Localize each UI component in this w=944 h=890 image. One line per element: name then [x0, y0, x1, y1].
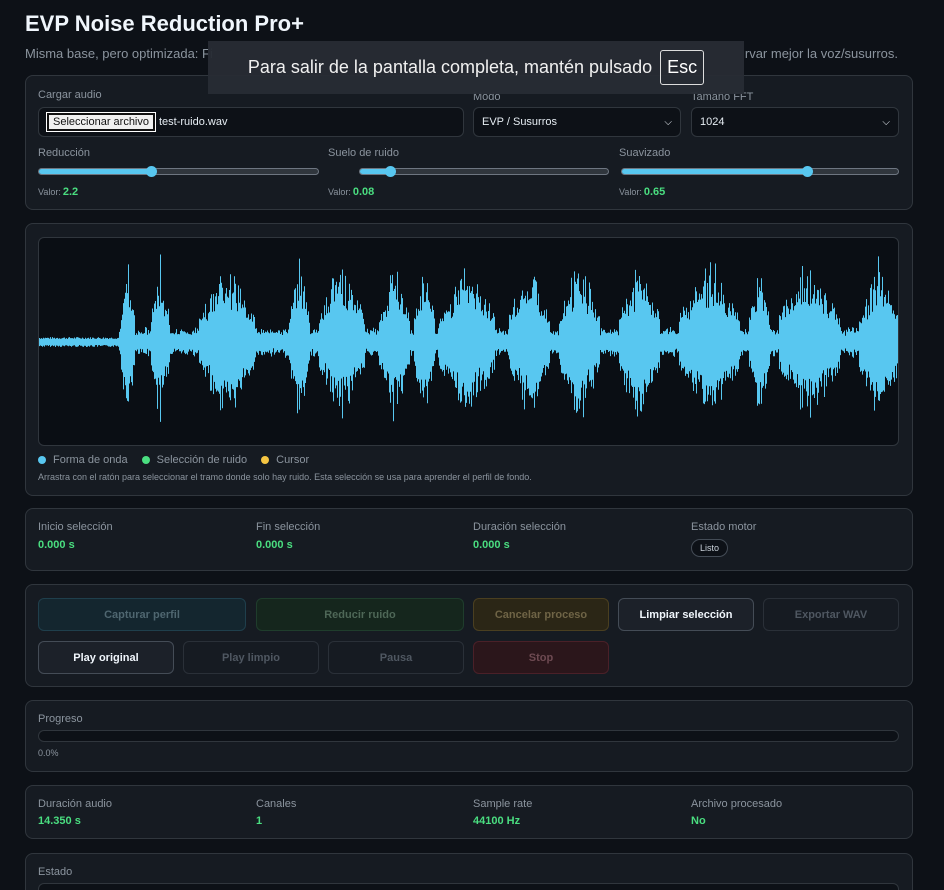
- status-panel: Estado: [25, 853, 913, 890]
- cancel-process-button[interactable]: Cancelar proceso: [473, 598, 609, 631]
- legend-dot-icon: [38, 456, 46, 464]
- value-prefix: Valor:: [328, 187, 351, 197]
- legend-cursor: Cursor: [261, 454, 309, 466]
- legend-dot-icon: [261, 456, 270, 464]
- progress-value: 0.0%: [38, 748, 59, 758]
- status-box: [38, 883, 899, 890]
- subtitle-text: Misma base, pero optimizada: Fi: [25, 46, 213, 61]
- noise-floor-slider[interactable]: [359, 166, 609, 177]
- progress-panel: Progreso 0.0%: [25, 700, 913, 772]
- progress-bar: [38, 730, 899, 742]
- audio-info-panel: Duración audio 14.350 s Canales 1 Sample…: [25, 785, 913, 839]
- play-clean-button[interactable]: Play limpio: [183, 641, 319, 674]
- legend-label: Selección de ruido: [156, 454, 248, 466]
- waveform: [39, 254, 898, 422]
- slider-fill: [622, 169, 807, 174]
- waveform-hint: Arrastra con el ratón para seleccionar e…: [38, 472, 532, 482]
- sample-rate-value: 44100 Hz: [473, 815, 521, 827]
- channels-value: 1: [256, 815, 263, 827]
- pause-button[interactable]: Pausa: [328, 641, 464, 674]
- slider-thumb[interactable]: [384, 166, 396, 177]
- load-audio-label: Cargar audio: [38, 89, 102, 101]
- smoothing-slider[interactable]: [621, 166, 899, 177]
- selection-end-label: Fin selección: [256, 521, 321, 533]
- mode-value: EVP / Susurros: [482, 116, 557, 128]
- subtitle-tail: rvar mejor la voz/susurros.: [744, 46, 899, 61]
- value-prefix: Valor:: [619, 187, 642, 197]
- value-prefix: Valor:: [38, 187, 61, 197]
- legend-waveform: Forma de onda: [38, 454, 128, 466]
- file-input[interactable]: Seleccionar archivo test-ruido.wav: [38, 107, 464, 137]
- stop-button[interactable]: Stop: [473, 641, 609, 674]
- reduction-slider[interactable]: [38, 166, 319, 177]
- file-name: test-ruido.wav: [159, 116, 228, 128]
- esc-key-badge: Esc: [660, 50, 705, 85]
- waveform-path: [39, 254, 898, 422]
- smoothing-value-row: Valor: 0.65: [619, 186, 665, 198]
- smoothing-value: 0.65: [643, 186, 666, 198]
- play-original-button[interactable]: Play original: [38, 641, 174, 674]
- waveform-legend: Forma de onda Selección de ruido Cursor: [38, 454, 309, 466]
- toast-text: Para salir de la pantalla completa, mant…: [247, 57, 653, 77]
- selection-end-value: 0.000 s: [256, 539, 293, 551]
- waveform-canvas[interactable]: [38, 237, 899, 446]
- selection-panel: Inicio selección 0.000 s Fin selección 0…: [25, 508, 913, 571]
- status-label: Estado: [38, 866, 73, 878]
- fft-select[interactable]: 1024 ⌵: [691, 107, 899, 137]
- actions-panel: Capturar perfil Reducir ruido Cancelar p…: [25, 584, 913, 687]
- processed-file-label: Archivo procesado: [691, 798, 783, 810]
- engine-status-label: Estado motor: [691, 521, 757, 533]
- mode-select[interactable]: EVP / Susurros ⌵: [473, 107, 681, 137]
- reduction-value: 2.2: [62, 186, 79, 198]
- slider-fill: [39, 169, 151, 174]
- reduce-noise-button[interactable]: Reducir ruido: [256, 598, 464, 631]
- channels-label: Canales: [256, 798, 297, 810]
- capture-profile-button[interactable]: Capturar perfil: [38, 598, 246, 631]
- export-wav-button[interactable]: Exportar WAV: [763, 598, 899, 631]
- selection-start-label: Inicio selección: [38, 521, 113, 533]
- waveform-panel: Forma de onda Selección de ruido Cursor …: [25, 223, 913, 496]
- chevron-down-icon: ⌵: [664, 116, 672, 128]
- fullscreen-exit-toast: Para salir de la pantalla completa, mant…: [208, 41, 744, 94]
- chevron-down-icon: ⌵: [882, 116, 890, 128]
- slider-thumb[interactable]: [801, 166, 813, 177]
- legend-label: Forma de onda: [53, 454, 128, 466]
- noise-floor-value-row: Valor: 0.08: [328, 186, 374, 198]
- audio-duration-label: Duración audio: [38, 798, 112, 810]
- fft-value: 1024: [700, 116, 725, 128]
- processed-file-value: No: [691, 815, 706, 827]
- sample-rate-label: Sample rate: [473, 798, 533, 810]
- controls-panel: Cargar audio Seleccionar archivo test-ru…: [25, 75, 913, 210]
- app-title: EVP Noise Reduction Pro+: [25, 11, 304, 36]
- select-file-button[interactable]: Seleccionar archivo: [46, 112, 156, 132]
- reduction-value-row: Valor: 2.2: [38, 186, 78, 198]
- reduction-label: Reducción: [38, 147, 90, 159]
- selection-duration-label: Duración selección: [473, 521, 566, 533]
- noise-floor-value: 0.08: [352, 186, 375, 198]
- legend-dot-icon: [141, 456, 150, 464]
- audio-duration-value: 14.350 s: [38, 815, 81, 827]
- clear-selection-button[interactable]: Limpiar selección: [618, 598, 754, 631]
- engine-status-badge: Listo: [691, 539, 729, 557]
- progress-label: Progreso: [38, 713, 83, 725]
- smoothing-label: Suavizado: [619, 147, 671, 159]
- slider-thumb[interactable]: [145, 166, 157, 177]
- legend-noise-selection: Selección de ruido: [141, 454, 248, 466]
- selection-duration-value: 0.000 s: [473, 539, 510, 551]
- selection-start-value: 0.000 s: [38, 539, 75, 551]
- noise-floor-label: Suelo de ruido: [328, 147, 399, 159]
- legend-label: Cursor: [276, 454, 310, 466]
